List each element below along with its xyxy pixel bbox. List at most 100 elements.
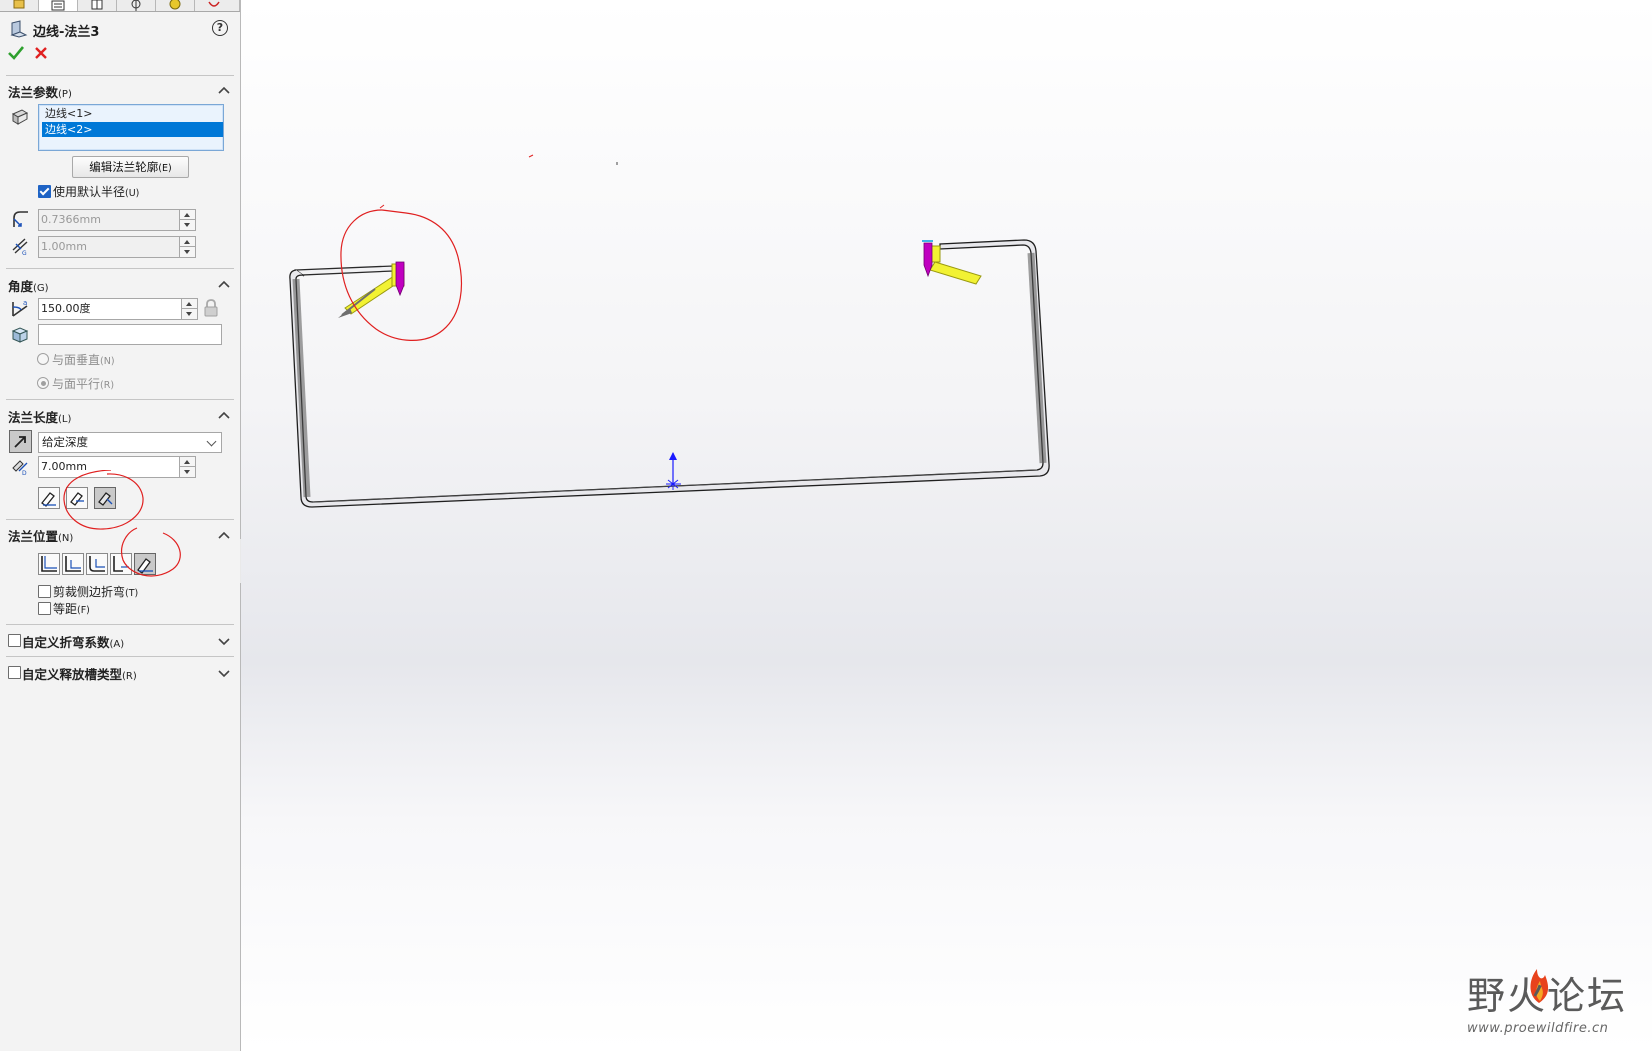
flange-angle-spinbox[interactable]: 150.00度 [38,298,198,320]
section-divider [6,399,234,400]
offset-label: 等距(F) [53,600,90,617]
property-manager-panel: 边线-法兰3 ? 法兰参数(P) 边线<1> 边线<2> 编辑法兰轮廓(E) 使… [0,0,241,1051]
section-hotkey: (P) [58,89,72,100]
section-divider [6,75,234,76]
bend-radius-spinbox[interactable]: 0.7366mm [38,209,196,231]
section-divider [6,656,234,657]
perpendicular-to-face-radio[interactable] [37,353,49,365]
label-text: 与面垂直 [52,353,101,367]
annotation-mark [379,204,385,209]
tab-configuration-manager[interactable] [78,0,117,11]
annotation-circle [63,470,181,577]
edge-selection-list[interactable]: 边线<1> 边线<2> [38,104,224,151]
chevron-down-icon[interactable] [218,668,230,678]
label-hotkey: (R) [100,380,115,391]
section-flange-length-title[interactable]: 法兰长度(L) [8,407,71,426]
label-text: 使用默认半径 [53,185,126,199]
tab-cam[interactable] [195,0,240,11]
use-default-radius-label: 使用默认半径(U) [53,183,139,200]
end-condition-value: 给定深度 [42,435,88,449]
tab-feature-manager[interactable] [0,0,39,11]
cancel-x-icon[interactable] [34,46,48,60]
parallel-to-face-label: 与面平行(R) [52,375,114,392]
list-item-edge-2[interactable]: 边线<2> [42,122,223,137]
tab-dimxpert[interactable] [117,0,156,11]
trim-side-bends-checkbox[interactable] [38,585,51,598]
section-divider [6,268,234,269]
watermark-url: www.proewildfire.cn [1467,1021,1609,1036]
flange-angle-value: 150.00度 [41,302,91,315]
reverse-direction-icon [14,436,26,448]
section-hotkey: (A) [109,639,125,650]
section-title-text: 法兰长度 [8,410,59,425]
end-condition-select[interactable]: 给定深度 [38,432,222,453]
section-title-text: 法兰位置 [8,529,59,544]
label-text: 与面平行 [52,377,101,391]
flange-angle-icon: a [12,299,28,317]
tab-display-manager[interactable] [156,0,195,11]
reverse-direction-button[interactable] [9,430,32,453]
chevron-down-icon[interactable] [218,636,230,646]
use-default-radius-checkbox[interactable] [38,185,51,198]
section-flange-params-title[interactable]: 法兰参数(P) [8,82,72,101]
chevron-up-icon[interactable] [218,530,230,540]
spin-arrows[interactable] [179,237,195,257]
custom-relief-type-checkbox[interactable] [8,666,21,679]
dimxpert-icon [131,0,141,11]
graphics-viewport[interactable]: 野火论坛 www.proewildfire.cn [241,0,1652,1051]
tab-property-manager[interactable] [39,0,78,11]
lock-icon[interactable] [203,299,219,317]
gap-distance-spinbox[interactable]: 1.00mm [38,236,196,258]
section-title-text: 法兰参数 [8,85,59,100]
section-title-text: 自定义释放槽类型 [22,667,123,682]
feature-tree-icon [13,0,25,9]
spin-divider [182,308,197,309]
parallel-to-face-radio[interactable] [37,377,49,389]
spin-arrows[interactable] [181,299,197,319]
offset-checkbox[interactable] [38,602,51,615]
chevron-up-icon[interactable] [218,279,230,289]
chevron-up-icon[interactable] [218,410,230,420]
model-preview [289,154,1050,508]
custom-bend-allowance-checkbox[interactable] [8,634,21,647]
reference-face-field[interactable] [38,324,222,345]
feature-header: 边线-法兰3 ? [6,18,232,40]
section-hotkey: (L) [58,414,72,425]
button-label: 编辑法兰轮廓 [89,160,159,174]
section-divider [6,624,234,625]
section-hotkey: (G) [33,283,49,294]
chevron-up-icon[interactable] [218,85,230,95]
reference-face-icon [11,327,29,343]
watermark-text: 野火论坛 [1467,974,1628,1018]
spin-arrows[interactable] [179,210,195,230]
configuration-icon [91,0,103,10]
origin-triad [666,452,681,490]
label-text: 等距 [53,602,78,616]
annotation-mark [528,154,534,158]
list-item-edge-1[interactable]: 边线<1> [42,106,223,121]
property-list-icon [51,0,65,11]
chevron-down-icon [206,436,217,447]
svg-text:a: a [23,299,27,307]
ok-check-icon[interactable] [8,46,24,60]
spin-divider [180,246,195,247]
section-title-text: 自定义折弯系数 [22,635,110,650]
feature-title: 边线-法兰3 [33,25,100,40]
edge-select-icon [11,109,29,125]
cam-icon [208,1,220,7]
svg-text:D: D [22,470,27,476]
section-custom-bend-allowance-title[interactable]: 自定义折弯系数(A) [22,632,124,651]
section-angle-title[interactable]: 角度(G) [8,276,49,295]
section-custom-relief-type-title[interactable]: 自定义释放槽类型(R) [22,664,137,683]
edit-flange-profile-button[interactable]: 编辑法兰轮廓(E) [72,156,189,178]
label-hotkey: (N) [100,356,115,367]
section-title-text: 角度 [8,279,34,294]
help-icon[interactable]: ? [212,20,228,36]
section-hotkey: (R) [122,671,137,682]
bend-radius-icon [13,211,28,227]
display-manager-icon [169,0,181,10]
manager-tab-bar [0,0,240,12]
perpendicular-to-face-label: 与面垂直(N) [52,351,115,368]
button-hotkey: (E) [158,163,172,174]
gap-distance-icon: G [12,238,28,256]
